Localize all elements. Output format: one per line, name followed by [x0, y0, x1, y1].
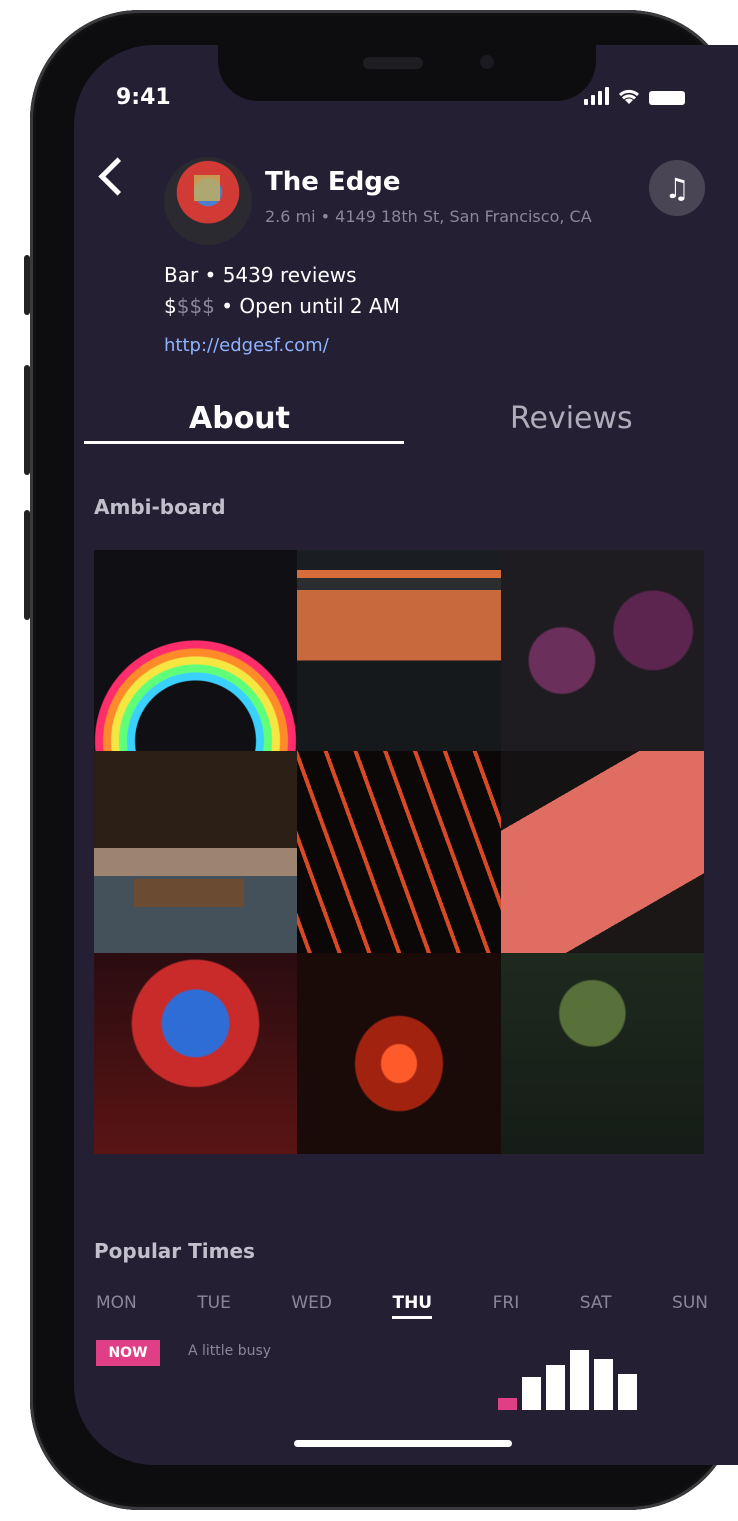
day-sat[interactable]: SAT	[580, 1293, 612, 1319]
venue-avatar	[164, 157, 252, 245]
signal-icon	[584, 87, 609, 105]
day-wed[interactable]: WED	[291, 1293, 332, 1319]
battery-icon	[649, 91, 685, 105]
phone-volume-up	[24, 365, 30, 475]
speaker	[363, 57, 423, 69]
popular-times-title: Popular Times	[94, 1239, 255, 1263]
music-button[interactable]: ♫	[649, 160, 705, 216]
bar-hour	[594, 1359, 613, 1410]
home-indicator[interactable]	[294, 1440, 512, 1447]
ambi-board-grid	[94, 550, 704, 1154]
active-tab-indicator	[84, 441, 404, 444]
bar-hour	[618, 1374, 637, 1410]
photo-plant[interactable]	[297, 751, 501, 953]
day-mon[interactable]: MON	[96, 1293, 137, 1319]
hours: • Open until 2 AM	[214, 294, 400, 318]
venue-address: 2.6 mi • 4149 18th St, San Francisco, CA	[265, 207, 592, 226]
front-camera	[480, 55, 494, 69]
bar-hour	[546, 1365, 565, 1410]
popular-times-bars	[498, 1350, 648, 1410]
photo-storefront[interactable]	[297, 550, 501, 752]
photo-tattoo-neon[interactable]	[94, 952, 298, 1154]
status-time: 9:41	[116, 85, 171, 110]
busy-status: A little busy	[188, 1343, 272, 1359]
venue-name: The Edge	[265, 167, 401, 197]
price-inactive: $$$	[176, 294, 215, 318]
photo-neon-sign[interactable]	[297, 952, 501, 1154]
day-sun[interactable]: SUN	[672, 1293, 708, 1319]
photo-mural[interactable]	[500, 751, 704, 953]
day-tue[interactable]: TUE	[197, 1293, 231, 1319]
tab-reviews[interactable]: Reviews	[510, 401, 633, 436]
status-icons	[584, 87, 685, 105]
app-screen: 9:41 The Edge 2.6 mi • 4149 18th St, San…	[74, 45, 738, 1465]
day-selector: MON TUE WED THU FRI SAT SUN	[96, 1293, 708, 1319]
photo-neon-rainbow[interactable]	[94, 550, 298, 752]
wifi-icon	[618, 89, 640, 104]
price-hours: $$$$ • Open until 2 AM	[164, 294, 400, 318]
tab-about[interactable]: About	[189, 401, 290, 436]
website-link[interactable]: http://edgesf.com/	[164, 335, 329, 356]
bar-hour	[570, 1350, 589, 1410]
photo-leaves[interactable]	[500, 952, 704, 1154]
music-note-icon: ♫	[664, 171, 690, 205]
ambi-board-title: Ambi-board	[94, 495, 226, 519]
phone-volume-down	[24, 510, 30, 620]
day-thu[interactable]: THU	[392, 1293, 433, 1319]
back-chevron-left-icon[interactable]	[98, 157, 137, 196]
bar-hour	[522, 1377, 541, 1410]
price-active: $	[164, 294, 177, 318]
day-fri[interactable]: FRI	[493, 1293, 520, 1319]
photo-flowers[interactable]	[500, 550, 704, 752]
photo-bench[interactable]	[94, 751, 298, 953]
notch	[218, 45, 596, 101]
phone-mute-switch	[24, 255, 30, 315]
now-badge: NOW	[96, 1340, 160, 1366]
bar-now	[498, 1398, 517, 1410]
category-reviews: Bar • 5439 reviews	[164, 263, 357, 287]
